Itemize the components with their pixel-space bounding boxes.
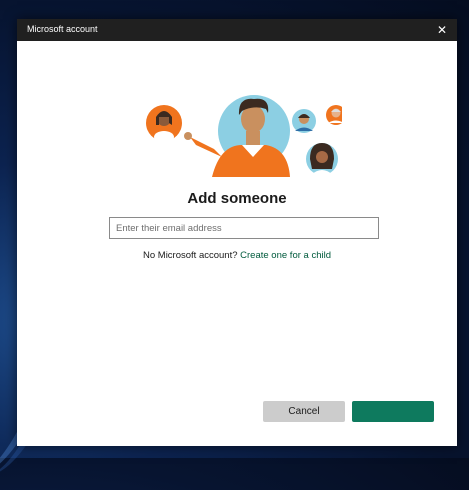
no-account-text: No Microsoft account? bbox=[143, 250, 238, 261]
close-button[interactable]: ✕ bbox=[427, 19, 457, 41]
avatar-small-elder bbox=[326, 105, 342, 125]
avatar-small-boy bbox=[292, 109, 316, 133]
avatar-main-man bbox=[184, 95, 290, 177]
add-someone-illustration bbox=[146, 95, 342, 177]
cancel-button[interactable]: Cancel bbox=[263, 401, 345, 422]
next-button[interactable] bbox=[352, 401, 434, 422]
no-account-line: No Microsoft account? Create one for a c… bbox=[17, 250, 457, 261]
close-icon: ✕ bbox=[436, 23, 448, 37]
email-input[interactable] bbox=[109, 217, 379, 239]
window-title: Microsoft account bbox=[27, 24, 98, 34]
avatar-woman-right bbox=[306, 143, 338, 175]
page-title: Add someone bbox=[187, 190, 287, 207]
microsoft-account-dialog: Microsoft account ✕ Add someone Enter th… bbox=[17, 19, 457, 446]
avatar-orange-woman bbox=[146, 105, 182, 143]
create-child-account-link[interactable]: Create one for a child bbox=[240, 250, 331, 261]
title-bar: Microsoft account ✕ bbox=[17, 19, 457, 41]
